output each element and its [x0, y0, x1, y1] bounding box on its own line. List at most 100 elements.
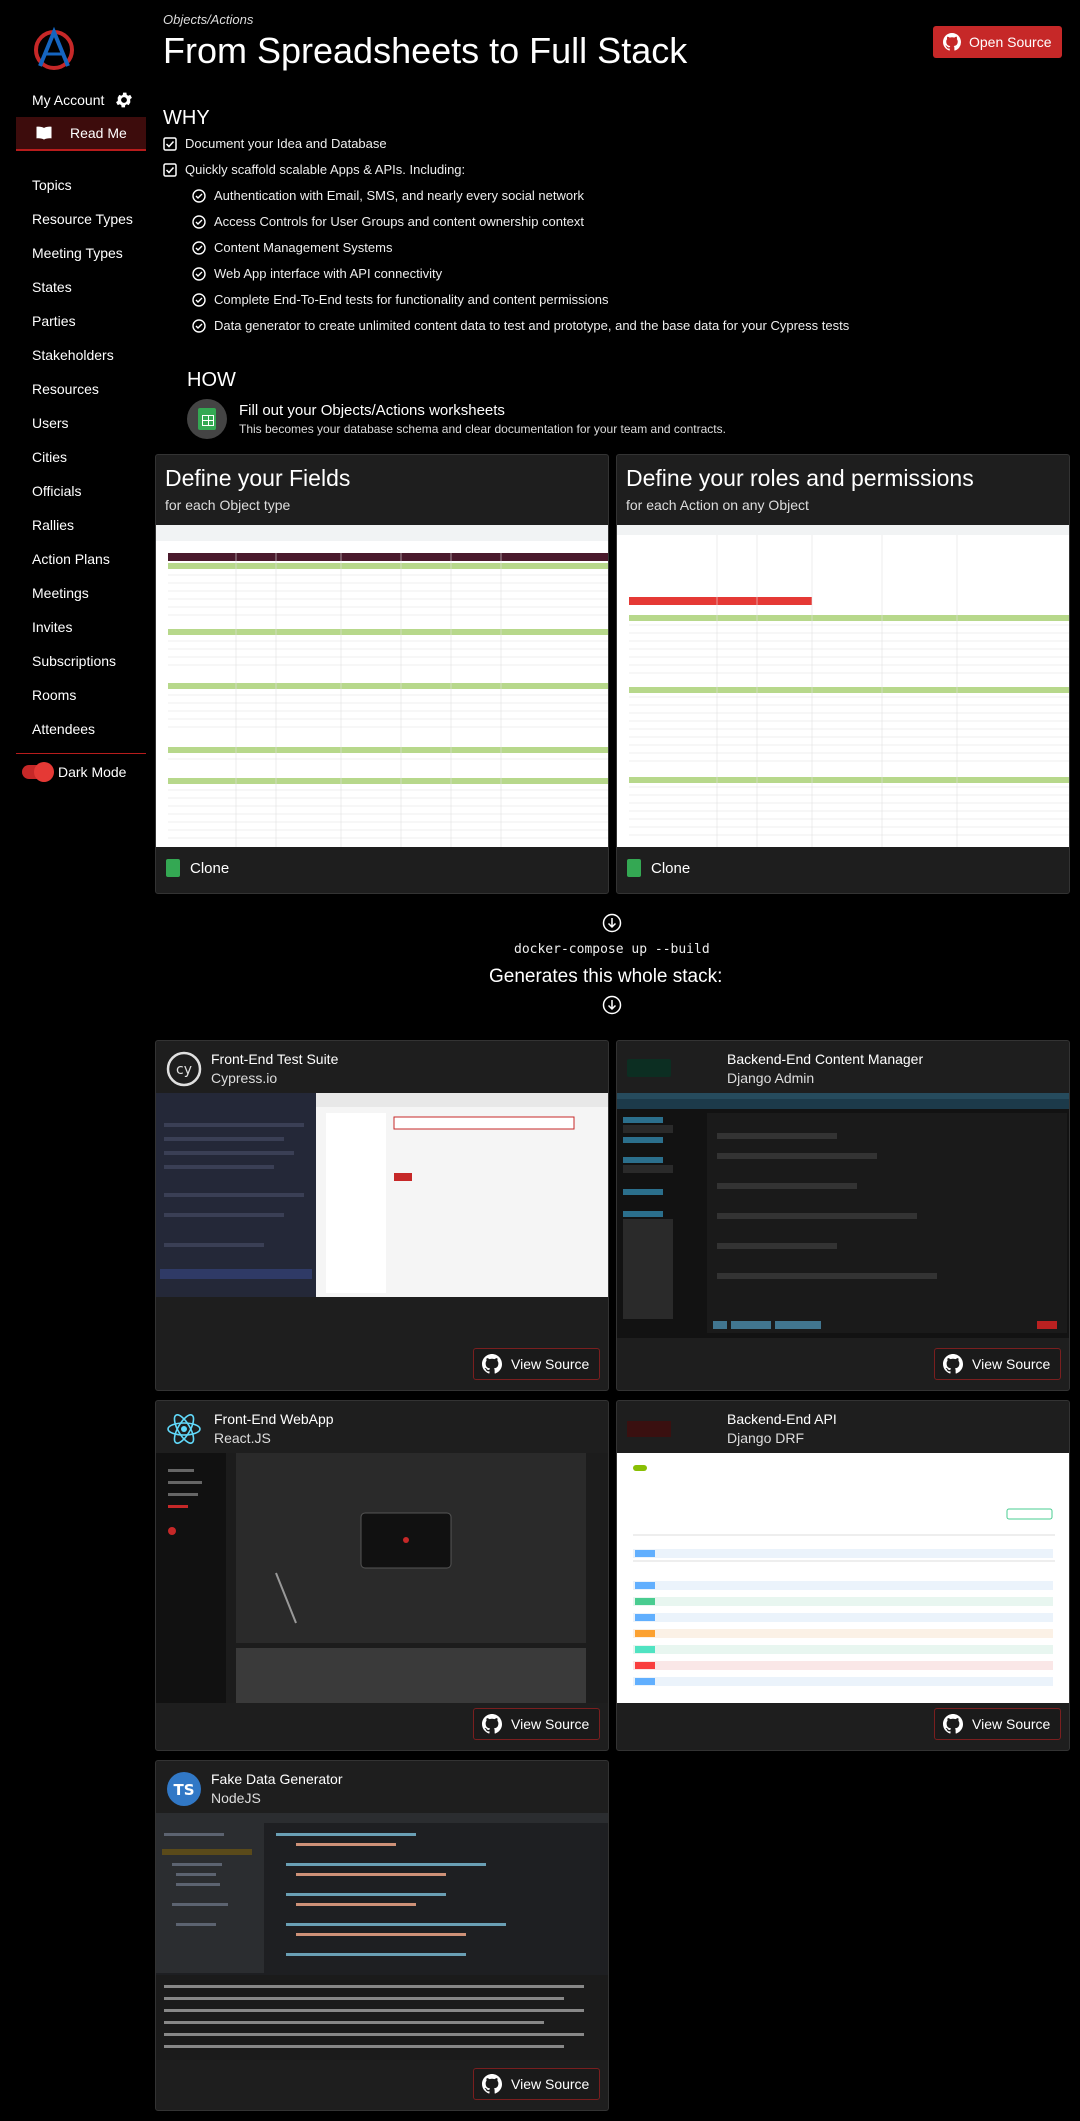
arrow-circle-down-icon	[602, 913, 622, 933]
typescript-logo-icon: TS	[167, 1772, 201, 1806]
sidebar-item-subscriptions[interactable]: Subscriptions	[32, 648, 133, 682]
generates-heading: Generates this whole stack:	[489, 966, 723, 987]
webapp-screenshot	[156, 1453, 608, 1703]
fields-card: Define your Fields for each Object type	[155, 454, 609, 894]
my-account-link[interactable]: My Account	[32, 90, 134, 110]
google-sheets-icon	[166, 859, 180, 877]
feature-text: Access Controls for User Groups and cont…	[214, 214, 584, 229]
book-icon	[36, 126, 52, 140]
cypress-logo-text: cy	[176, 1062, 192, 1078]
view-source-label: View Source	[972, 1716, 1051, 1732]
sidebar-item-resources[interactable]: Resources	[32, 376, 133, 410]
view-source-button[interactable]: View Source	[473, 1708, 600, 1740]
sidebar-item-meetings[interactable]: Meetings	[32, 580, 133, 614]
ide-screenshot	[156, 1813, 608, 2060]
check-circle-icon	[192, 188, 206, 203]
clone-label: Clone	[190, 859, 230, 877]
view-source-button[interactable]: View Source	[934, 1708, 1061, 1740]
arrow-circle-down-icon	[602, 995, 622, 1015]
feature-text: Authentication with Email, SMS, and near…	[214, 188, 584, 203]
sidebar-item-read-me[interactable]: Read Me	[16, 117, 146, 151]
dark-mode-toggle[interactable]: Dark Mode	[22, 762, 127, 782]
stack-subtitle: Django Admin	[727, 1070, 815, 1086]
sidebar-item-action-plans[interactable]: Action Plans	[32, 546, 133, 580]
docker-command: docker-compose up --build	[514, 942, 710, 957]
github-icon	[482, 2074, 502, 2094]
breadcrumb: Objects/Actions	[163, 12, 254, 27]
github-icon	[943, 1714, 963, 1734]
how-step-subtitle: This becomes your database schema and cl…	[239, 422, 726, 436]
sidebar-item-topics[interactable]: Topics	[32, 172, 133, 206]
card-subtitle: for each Action on any Object	[626, 497, 809, 513]
stack-title: Front-End WebApp	[214, 1411, 334, 1427]
why-point: Document your Idea and Database	[163, 136, 387, 151]
sidebar-item-users[interactable]: Users	[32, 410, 133, 444]
feature-text: Web App interface with API connectivity	[214, 266, 443, 281]
sidebar-item-parties[interactable]: Parties	[32, 308, 133, 342]
how-step-title: Fill out your Objects/Actions worksheets	[239, 402, 505, 419]
data-generator-card: TS Fake Data Generator NodeJS View Sourc…	[155, 1760, 609, 2111]
clone-button[interactable]: Clone	[166, 859, 229, 877]
roles-card: Define your roles and permissions for ea…	[616, 454, 1070, 894]
view-source-button[interactable]: View Source	[473, 2068, 600, 2100]
stack-subtitle: NodeJS	[211, 1790, 261, 1806]
view-source-label: View Source	[972, 1356, 1051, 1372]
webapp-card: Front-End WebApp React.JS View Source	[155, 1400, 609, 1751]
app-logo[interactable]	[30, 26, 78, 74]
feature-item: Web App interface with API connectivity	[192, 266, 442, 281]
card-title: Define your roles and permissions	[626, 465, 974, 491]
open-source-button[interactable]: Open Source	[933, 26, 1062, 58]
my-account-label: My Account	[32, 92, 105, 108]
check-circle-icon	[192, 292, 206, 307]
sidebar-item-meeting-types[interactable]: Meeting Types	[32, 240, 133, 274]
read-me-label: Read Me	[70, 125, 127, 141]
typescript-logo-text: TS	[173, 1781, 194, 1799]
open-source-label: Open Source	[969, 34, 1052, 50]
sidebar-item-stakeholders[interactable]: Stakeholders	[32, 342, 133, 376]
check-circle-icon	[192, 266, 206, 281]
why-heading: WHY	[163, 107, 210, 129]
github-icon	[482, 1354, 502, 1374]
sidebar-item-resource-types[interactable]: Resource Types	[32, 206, 133, 240]
gear-icon[interactable]	[114, 90, 134, 110]
feature-item: Access Controls for User Groups and cont…	[192, 214, 584, 229]
sidebar-item-rooms[interactable]: Rooms	[32, 682, 133, 716]
stack-title: Front-End Test Suite	[211, 1051, 339, 1067]
github-icon	[943, 1354, 963, 1374]
check-circle-icon	[192, 214, 206, 229]
sidebar-item-attendees[interactable]: Attendees	[32, 716, 133, 750]
dark-mode-label: Dark Mode	[58, 764, 127, 780]
swagger-api-screenshot	[617, 1453, 1069, 1703]
roles-spreadsheet-screenshot	[617, 525, 1069, 847]
how-step: Fill out your Objects/Actions worksheets…	[187, 399, 726, 439]
feature-item: Content Management Systems	[192, 240, 392, 255]
stack-subtitle: Cypress.io	[211, 1070, 278, 1086]
toggle-switch[interactable]	[22, 762, 54, 782]
view-source-label: View Source	[511, 1716, 590, 1732]
view-source-button[interactable]: View Source	[934, 1348, 1061, 1380]
sidebar-divider	[16, 753, 146, 754]
stack-title: Fake Data Generator	[211, 1771, 343, 1787]
sidebar-item-rallies[interactable]: Rallies	[32, 512, 133, 546]
sidebar-item-invites[interactable]: Invites	[32, 614, 133, 648]
why-point: Quickly scaffold scalable Apps & APIs. I…	[163, 162, 465, 177]
django-admin-screenshot	[617, 1093, 1069, 1338]
sidebar-item-cities[interactable]: Cities	[32, 444, 133, 478]
view-source-label: View Source	[511, 1356, 590, 1372]
sidebar-item-officials[interactable]: Officials	[32, 478, 133, 512]
cypress-screenshot	[156, 1093, 608, 1297]
sidebar-item-states[interactable]: States	[32, 274, 133, 308]
why-point-text: Document your Idea and Database	[185, 136, 387, 151]
github-icon	[482, 1714, 502, 1734]
how-heading: HOW	[187, 369, 236, 391]
github-icon	[943, 33, 961, 51]
view-source-button[interactable]: View Source	[473, 1348, 600, 1380]
clone-button[interactable]: Clone	[627, 859, 690, 877]
google-sheets-icon	[627, 859, 641, 877]
api-card: Backend-End API Django DRF View Source	[616, 1400, 1070, 1751]
clone-label: Clone	[651, 859, 691, 877]
feature-item: Authentication with Email, SMS, and near…	[192, 188, 584, 203]
why-point-text: Quickly scaffold scalable Apps & APIs. I…	[185, 162, 466, 177]
page-title: From Spreadsheets to Full Stack	[163, 30, 688, 71]
card-subtitle: for each Object type	[165, 497, 291, 513]
